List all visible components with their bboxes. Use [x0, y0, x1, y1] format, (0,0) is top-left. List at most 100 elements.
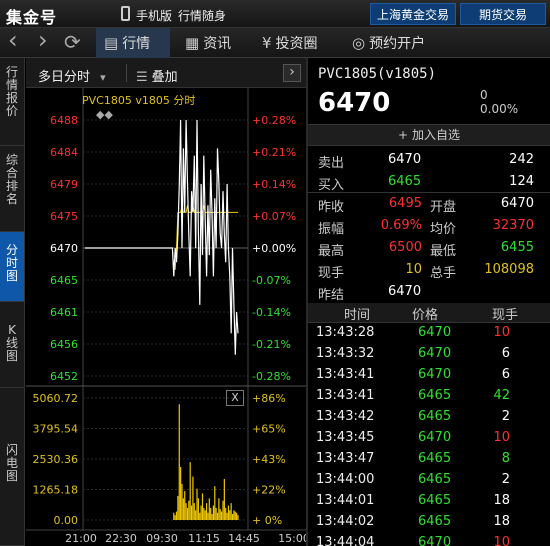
forward-arrow-icon[interactable]: ›: [38, 28, 48, 52]
tick-row: 13:44:04 6470 10: [308, 533, 550, 546]
sell-volume: 242: [509, 152, 534, 167]
price-tick-label: 6470: [50, 242, 78, 255]
tick-price: 6465: [418, 472, 452, 487]
tick-time: 13:43:28: [316, 325, 375, 340]
tick-time: 13:44:01: [316, 493, 375, 508]
pct-tick-label: -0.21%: [252, 338, 291, 351]
x-tick-label: 21:00: [65, 532, 97, 545]
amplitude-value: 0.69%: [380, 218, 422, 233]
futures-trade-button[interactable]: 期货交易: [460, 3, 546, 25]
tick-volume: 2: [501, 472, 510, 487]
x-tick-label: 14:45: [228, 532, 260, 545]
tick-time: 13:43:32: [316, 346, 375, 361]
price-change: 0: [480, 88, 488, 102]
price-tick-label: 6465: [50, 274, 78, 287]
chart-next-button[interactable]: ›: [283, 64, 301, 82]
pct-tick-label: +0.28%: [252, 114, 296, 127]
tick-time: 13:43:42: [316, 409, 375, 424]
volume-tick-label: 0.00: [54, 514, 79, 527]
multi-day-timeline-dropdown[interactable]: 多日分时 ▾: [38, 66, 106, 85]
tick-time: 13:44:00: [316, 472, 375, 487]
tick-row: 13:44:01 6465 18: [308, 491, 550, 512]
layers-icon: ☰: [136, 70, 148, 85]
tick-price: 6470: [418, 535, 452, 546]
volume-tick-label: 1265.18: [33, 484, 79, 497]
tab-open-account[interactable]: ◎ 预约开户: [352, 28, 425, 58]
price-tick-label: 6452: [50, 370, 78, 383]
sidebar-tab-quotes[interactable]: 行情报价: [0, 58, 24, 146]
tick-time: 13:44:02: [316, 514, 375, 529]
quote-table: 卖出 6470 242 买入 6465 124 昨收 6495 开盘 6470 …: [308, 146, 550, 303]
price-tick-label: 6461: [50, 306, 78, 319]
market-icon: ▤: [104, 34, 119, 52]
pct-tick-label: +0.00%: [252, 242, 296, 255]
buy-label: 买入: [318, 178, 345, 193]
plus-icon: +: [397, 128, 409, 142]
sidebar-tab-label: K线图: [5, 323, 18, 363]
sidebar-tab-kline[interactable]: K线图: [0, 302, 24, 388]
tick-row: 13:43:32 6470 6: [308, 344, 550, 365]
tab-invest-label: 投资圈: [275, 36, 318, 52]
mobile-version-link[interactable]: 手机版: [136, 7, 172, 24]
tick-volume: 6: [501, 367, 510, 382]
low-value: 6455: [500, 240, 534, 255]
buy-price: 6465: [388, 174, 422, 189]
tab-news[interactable]: ▦ 资讯: [185, 28, 231, 58]
overlay-button[interactable]: ☰ 叠加: [136, 66, 178, 85]
tab-invest-circle[interactable]: ¥ 投资圈: [262, 28, 318, 58]
ticks-header-time: 时间: [344, 308, 371, 323]
tick-price: 6470: [418, 367, 452, 382]
chart-title: PVC1805 v1805 分时: [82, 94, 196, 107]
x-tick-label: 11:15: [188, 532, 220, 545]
volume-tick-label: 3795.54: [33, 423, 79, 436]
add-to-watchlist-button[interactable]: + 加入自选: [308, 124, 550, 146]
tab-account-label: 预约开户: [369, 36, 426, 52]
mode-label: 多日分时: [38, 70, 91, 85]
chevron-down-icon: ▾: [100, 71, 106, 84]
tick-price: 6470: [418, 325, 452, 340]
timeline-chart-svg: 6488 +0.28% 6484 +0.21% 6479 +0.14% 6475 +0.07%…: [26, 88, 310, 545]
mobile-phone-icon[interactable]: [121, 6, 130, 21]
pct-tick-label: +0.14%: [252, 178, 296, 191]
mobile-slogan: 行情随身: [178, 9, 227, 23]
sidebar-tab-label: 行情报价: [5, 65, 18, 118]
high-value: 6500: [388, 240, 422, 255]
tick-row: 13:43:41 6470 6: [308, 365, 550, 386]
tab-market[interactable]: ▤ 行情: [96, 28, 170, 58]
sell-price: 6470: [388, 152, 422, 167]
ticks-list[interactable]: 13:43:28 6470 10 13:43:32 6470 6 13:43:41 6470 6…: [308, 323, 550, 546]
tick-time: 13:43:41: [316, 388, 375, 403]
tick-row: 13:44:02 6465 18: [308, 512, 550, 533]
tick-price: 6465: [418, 451, 452, 466]
top-bar: 集金号 手机版 行情随身 上海黄金交易 期货交易: [0, 0, 550, 28]
avg-price-label: 均价: [430, 222, 457, 237]
toolbar-divider: [126, 64, 127, 82]
pct-tick-label: +0.07%: [252, 210, 296, 223]
timeline-chart[interactable]: 6488 +0.28% 6484 +0.21% 6479 +0.14% 6475 +0.07%…: [26, 88, 310, 546]
volume-pct-tick-label: + 0%: [252, 514, 282, 527]
sidebar-tab-timeline[interactable]: 分时图: [0, 232, 24, 302]
back-arrow-icon[interactable]: ‹: [8, 28, 18, 52]
tick-time: 13:43:41: [316, 367, 375, 382]
total-volume-label: 总手: [430, 266, 457, 281]
volume-tick-label: 5060.72: [33, 392, 79, 405]
tick-row: 13:43:41 6465 42: [308, 386, 550, 407]
sidebar-tab-ranking[interactable]: 综合排名: [0, 146, 24, 232]
ticks-header-volume: 现手: [492, 308, 519, 323]
avg-price-value: 32370: [492, 218, 534, 233]
volume-pct-tick-label: +43%: [252, 453, 286, 466]
tick-time: 13:44:04: [316, 535, 375, 546]
ticks-header: 时间 价格 现手: [308, 303, 550, 323]
refresh-icon[interactable]: ⟳: [64, 31, 81, 53]
low-label: 最低: [430, 244, 457, 259]
tick-volume: 18: [493, 493, 510, 508]
x-tick-label: 22:30: [105, 532, 137, 545]
sidebar-tab-flash[interactable]: 闪电图: [0, 388, 24, 546]
tick-row: 13:43:45 6470 10: [308, 428, 550, 449]
sge-trade-button[interactable]: 上海黄金交易: [370, 3, 456, 25]
open-label: 开盘: [430, 200, 457, 215]
pct-tick-label: +0.21%: [252, 146, 296, 159]
yen-icon: ¥: [262, 34, 272, 52]
close-volume-panel-button[interactable]: X: [226, 390, 244, 406]
ticks-header-price: 价格: [412, 308, 439, 323]
